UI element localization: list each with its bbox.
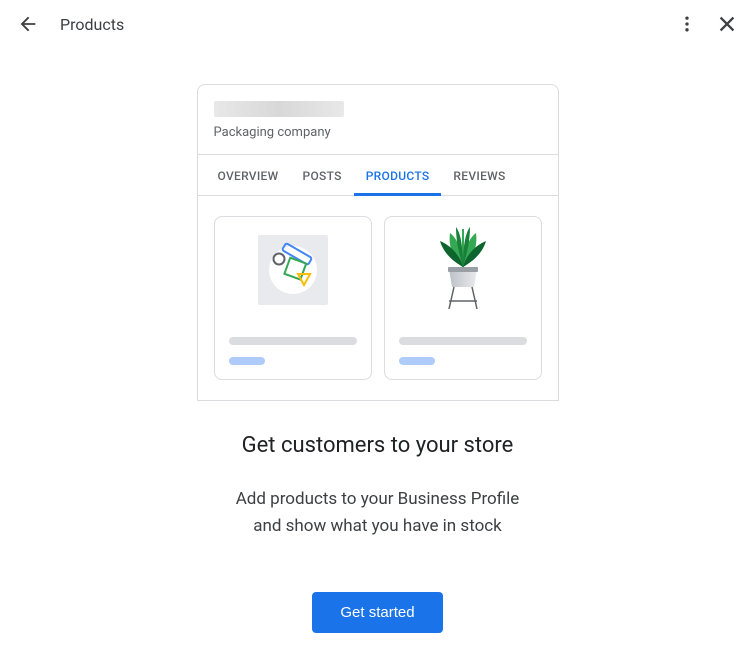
company-name-placeholder bbox=[214, 101, 344, 117]
placeholder-line-accent bbox=[399, 357, 435, 365]
product-illustration-plant bbox=[424, 231, 502, 309]
more-options-button[interactable] bbox=[675, 12, 699, 36]
shapes-icon bbox=[254, 231, 332, 309]
company-type-label: Packaging company bbox=[214, 125, 542, 140]
product-card bbox=[384, 216, 542, 380]
tab-overview[interactable]: OVERVIEW bbox=[206, 155, 291, 195]
content-area: Packaging company OVERVIEW POSTS PRODUCT… bbox=[0, 48, 755, 633]
tab-reviews[interactable]: REVIEWS bbox=[441, 155, 517, 195]
arrow-left-icon bbox=[17, 13, 39, 35]
header: Products bbox=[0, 0, 755, 48]
subtext-line: Add products to your Business Profile bbox=[236, 489, 520, 509]
product-card bbox=[214, 216, 372, 380]
subtext-line: and show what you have in stock bbox=[253, 516, 502, 536]
more-vertical-icon bbox=[677, 14, 697, 34]
preview-header: Packaging company bbox=[198, 85, 558, 154]
placeholder-line bbox=[229, 337, 357, 345]
get-started-button[interactable]: Get started bbox=[312, 592, 442, 633]
product-illustration-shapes bbox=[254, 231, 332, 309]
placeholder-line bbox=[399, 337, 527, 345]
tabs-bar: OVERVIEW POSTS PRODUCTS REVIEWS bbox=[198, 154, 558, 196]
promo-subtext: Add products to your Business Profile an… bbox=[236, 486, 520, 540]
tab-products[interactable]: PRODUCTS bbox=[354, 155, 442, 195]
promo-headline: Get customers to your store bbox=[236, 433, 520, 458]
promo-text: Get customers to your store Add products… bbox=[236, 433, 520, 540]
back-button[interactable] bbox=[16, 12, 40, 36]
business-profile-preview: Packaging company OVERVIEW POSTS PRODUCT… bbox=[197, 84, 559, 401]
placeholder-line-accent bbox=[229, 357, 265, 365]
close-button[interactable] bbox=[715, 12, 739, 36]
close-icon bbox=[716, 13, 738, 35]
page-title: Products bbox=[60, 15, 124, 34]
plant-icon bbox=[424, 225, 502, 315]
tab-posts[interactable]: POSTS bbox=[291, 155, 354, 195]
product-grid bbox=[198, 196, 558, 400]
